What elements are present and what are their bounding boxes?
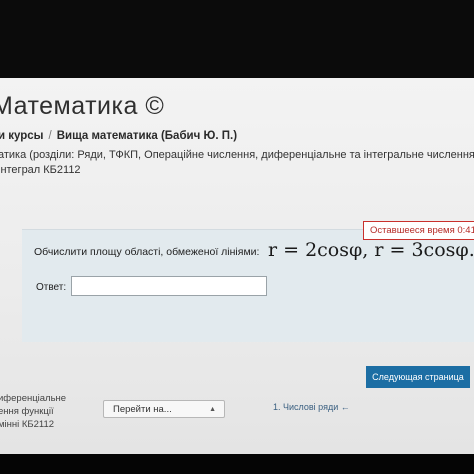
select-arrows-icon: ▲ [209, 406, 216, 413]
breadcrumb-separator: / [48, 130, 52, 142]
footer-line-1: иференціальне [0, 393, 67, 404]
answer-label: Ответ: [36, 282, 67, 293]
breadcrumb-item-course[interactable]: Вища математика (Бабич Ю. П.) [57, 130, 237, 142]
footer-line-3: мінні КБ2112 [0, 419, 55, 430]
time-remaining-badge: Оставшееся время 0:41:5 [363, 221, 474, 240]
question-text: Обчислити площу області, обмеженої лінія… [34, 246, 260, 258]
screen: Математика © и курсы / Вища математика (Ба… [0, 78, 474, 454]
jump-to-select[interactable]: Перейти на... ▲ [103, 400, 225, 418]
course-name-line-1[interactable]: атика (розділи: Ряди, ТФКП, Операційне ч… [0, 149, 474, 161]
course-name-line-2[interactable]: інтеграл КБ2112 [0, 164, 81, 176]
previous-activity-link[interactable]: 1. Числові ряди ← [273, 402, 350, 412]
question-panel: Обчислити площу області, обмеженої лінія… [22, 229, 474, 342]
course-name-footer[interactable]: иференціальне ення функції мінні КБ2112 [0, 392, 66, 431]
footer-line-2: ення функції [0, 406, 54, 417]
breadcrumb-item-courses[interactable]: и курсы [0, 130, 44, 142]
question-formula: r = 2cosφ, r = 3cosφ. [268, 239, 474, 261]
screen-bezel [0, 454, 474, 474]
next-page-button[interactable]: Следующая страница [366, 366, 470, 388]
jump-to-label: Перейти на... [113, 404, 172, 415]
site-title: Математика © [0, 92, 165, 120]
answer-input[interactable] [71, 276, 267, 296]
breadcrumb: и курсы / Вища математика (Бабич Ю. П.) [0, 130, 237, 142]
